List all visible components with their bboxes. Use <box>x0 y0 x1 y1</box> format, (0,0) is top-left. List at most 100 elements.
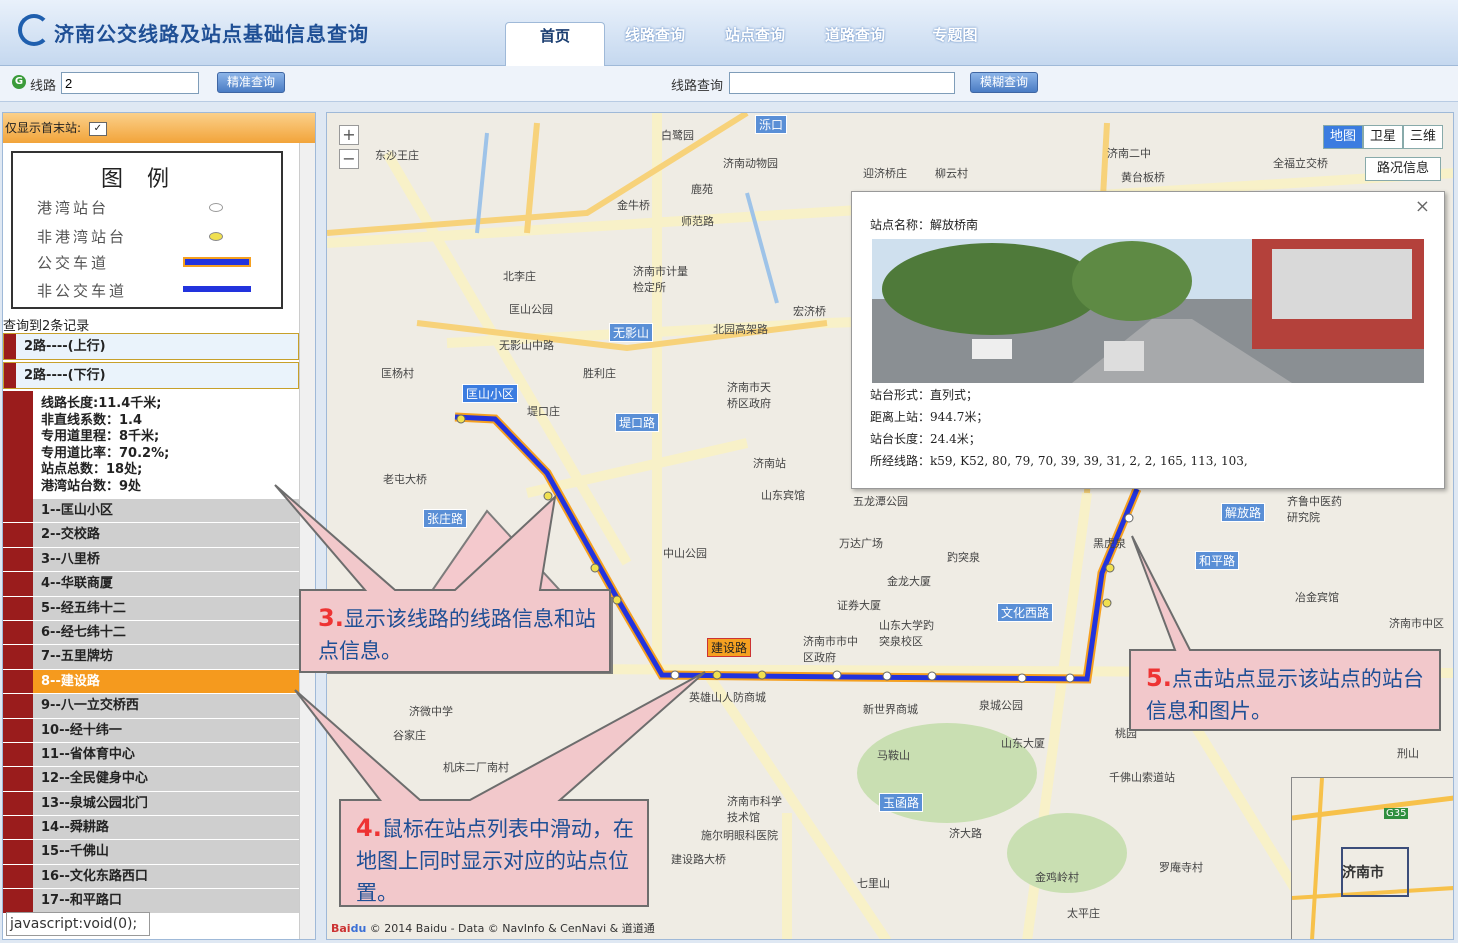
route-up[interactable]: 2路----(上行) <box>3 333 299 360</box>
stop-label: 13--泉城公园北门 <box>41 795 148 811</box>
stop-list-item[interactable]: 13--泉城公园北门 <box>3 791 299 817</box>
stop-list-item[interactable]: 1--匡山小区 <box>3 499 299 524</box>
place-label: 济南市中区 <box>1389 617 1444 630</box>
place-label: 金龙大厦 <box>887 575 931 588</box>
place-label: 马鞍山 <box>877 749 910 762</box>
stop-list-item[interactable]: 14--舜耕路 <box>3 816 299 841</box>
place-label: 英雄山人防商城 <box>689 691 766 704</box>
stop-label-jianshelu[interactable]: 建设路 <box>707 638 752 657</box>
stop-list-item[interactable]: 11--省体育中心 <box>3 742 299 768</box>
stop-list-item[interactable]: 9--八一立交桥西 <box>3 694 299 719</box>
stop-list-item[interactable]: 16--文化东路西口 <box>3 864 299 890</box>
stop-list-item[interactable]: 4--华联商厦 <box>3 572 299 597</box>
place-label: 五龙潭公园 <box>853 495 908 508</box>
place-label: 万达广场 <box>839 537 883 550</box>
stop-marker <box>3 572 33 596</box>
place-label: 鹿苑 <box>691 183 713 196</box>
stop-label: 4--华联商厦 <box>41 576 113 592</box>
place-label: 济南市市中区政府 <box>803 635 858 664</box>
tab-stop-query[interactable]: 站点查询 <box>705 22 805 66</box>
stop-photo <box>872 239 1424 383</box>
place-label: 黑虎泉 <box>1093 537 1126 550</box>
place-label: 师范路 <box>681 215 714 228</box>
stop-list-item[interactable]: 5--经五纬十二 <box>3 596 299 621</box>
stop-list-item[interactable]: 6--经七纬十二 <box>3 620 299 646</box>
popup-length: 站台长度：24.4米； <box>870 432 981 446</box>
exact-query-button[interactable]: 精准查询 <box>217 72 285 93</box>
callout-3: 3.显示该线路的线路信息和站点信息。 <box>318 602 608 667</box>
stop-list-item[interactable]: 17--和平路口 <box>3 889 299 914</box>
tab-home[interactable]: 首页 <box>505 22 605 66</box>
maptype-3d[interactable]: 三维 <box>1403 125 1443 149</box>
tab-road-query[interactable]: 道路查询 <box>805 22 905 66</box>
stop-list-item[interactable]: 2--交校路 <box>3 523 299 548</box>
place-label: 冶金宾馆 <box>1295 591 1339 604</box>
place-label: 济大路 <box>949 827 982 840</box>
stop-label: 14--舜耕路 <box>41 820 109 836</box>
place-label: 匡山公园 <box>509 303 553 316</box>
only-terminal-checkbox[interactable]: ✓ <box>88 121 107 136</box>
stop-marker <box>3 864 33 889</box>
stop-marker <box>3 523 33 547</box>
traffic-button[interactable]: 路况信息 <box>1365 157 1441 181</box>
place-label: 柳云村 <box>935 167 968 180</box>
stop-label: 3--八里桥 <box>41 551 100 567</box>
app-title: 济南公交线路及站点基础信息查询 <box>54 22 369 46</box>
app-header: 济南公交线路及站点基础信息查询 首页 线路查询 站点查询 道路查询 专题图 <box>0 0 1458 66</box>
place-label: 山东大厦 <box>1001 737 1045 750</box>
tab-route-query[interactable]: 线路查询 <box>605 22 705 66</box>
info-stop-count: 站点总数：18处; <box>41 462 143 477</box>
overview-map[interactable]: 济南市 G35 <box>1291 777 1453 939</box>
place-label: 金鸡岭村 <box>1035 871 1079 884</box>
legend-label-buslane: 公交车道 <box>37 254 110 272</box>
stop-label: 17--和平路口 <box>41 893 122 909</box>
stop-label-kuangshan[interactable]: 匡山小区 <box>462 384 519 403</box>
route-down[interactable]: 2路----(下行) <box>3 362 299 389</box>
place-label: 老屯大桥 <box>383 473 427 486</box>
stop-label: 16--文化东路西口 <box>41 868 148 884</box>
nonharbor-stop-icon <box>209 232 223 241</box>
callout-3-text: 显示该线路的线路信息和站点信息。 <box>318 607 596 663</box>
place-label: 施尔明眼科医院 <box>701 829 778 842</box>
place-label: 济南二中 <box>1107 147 1151 160</box>
route-down-label: 2路----(下行) <box>24 368 106 383</box>
info-nonlinear: 非直线系数：1.4 <box>41 412 143 428</box>
route-input[interactable] <box>61 72 199 94</box>
tab-thematic-map[interactable]: 专题图 <box>905 22 1005 66</box>
maptype-satellite[interactable]: 卫星 <box>1363 125 1403 149</box>
stop-marker <box>3 718 33 742</box>
callout-5: 5.点击站点显示该站点的站台信息和图片。 <box>1146 662 1431 727</box>
legend-label-harbor: 港湾站台 <box>37 199 110 217</box>
stop-label: 2--交校路 <box>41 527 100 543</box>
stop-list-item[interactable]: 8--建设路 <box>3 669 299 695</box>
search-bar: G 线路 精准查询 线路查询 模糊查询 <box>0 66 1458 102</box>
close-icon[interactable]: × <box>1415 196 1430 217</box>
buslane-line-icon <box>183 257 251 267</box>
stop-list-item[interactable]: 10--经十纬一 <box>3 718 299 743</box>
zoom-out-button[interactable]: − <box>339 149 359 169</box>
stop-label: 11--省体育中心 <box>41 746 135 762</box>
place-label: 太平庄 <box>1067 907 1100 920</box>
route-marker <box>4 363 16 388</box>
stop-marker <box>3 889 33 913</box>
fuzzy-query-button[interactable]: 模糊查询 <box>970 72 1038 93</box>
place-label: 济南动物园 <box>723 157 778 170</box>
stop-list-item[interactable]: 7--五里牌坊 <box>3 645 299 670</box>
place-label: 千佛山索道站 <box>1109 771 1175 784</box>
place-label: 刑山 <box>1397 747 1419 760</box>
panel-scrollbar[interactable] <box>299 143 315 939</box>
place-label: 济南市天桥区政府 <box>727 381 771 410</box>
info-harbor-count: 港湾站台数：9处 <box>41 478 142 494</box>
minimap-city: 济南市 <box>1342 865 1384 881</box>
stop-list-item[interactable]: 15--千佛山 <box>3 840 299 865</box>
callout-4-text: 鼠标在站点列表中滑动，在地图上同时显示对应的站点位置。 <box>356 817 634 905</box>
stop-list-item[interactable]: 12--全民健身中心 <box>3 767 299 792</box>
records-count: 查询到2条记录 <box>3 319 90 334</box>
filter-bar: 仅显示首末站: ✓ <box>3 113 315 143</box>
route-query-input[interactable] <box>729 72 955 94</box>
stop-marker <box>3 669 33 694</box>
stop-list: 1--匡山小区 2--交校路 3--八里桥 4--华联商厦 5--经五纬十二 6--经七纬… <box>3 499 299 914</box>
zoom-in-button[interactable]: + <box>339 125 359 145</box>
maptype-map[interactable]: 地图 <box>1323 125 1363 149</box>
stop-list-item[interactable]: 3--八里桥 <box>3 547 299 573</box>
